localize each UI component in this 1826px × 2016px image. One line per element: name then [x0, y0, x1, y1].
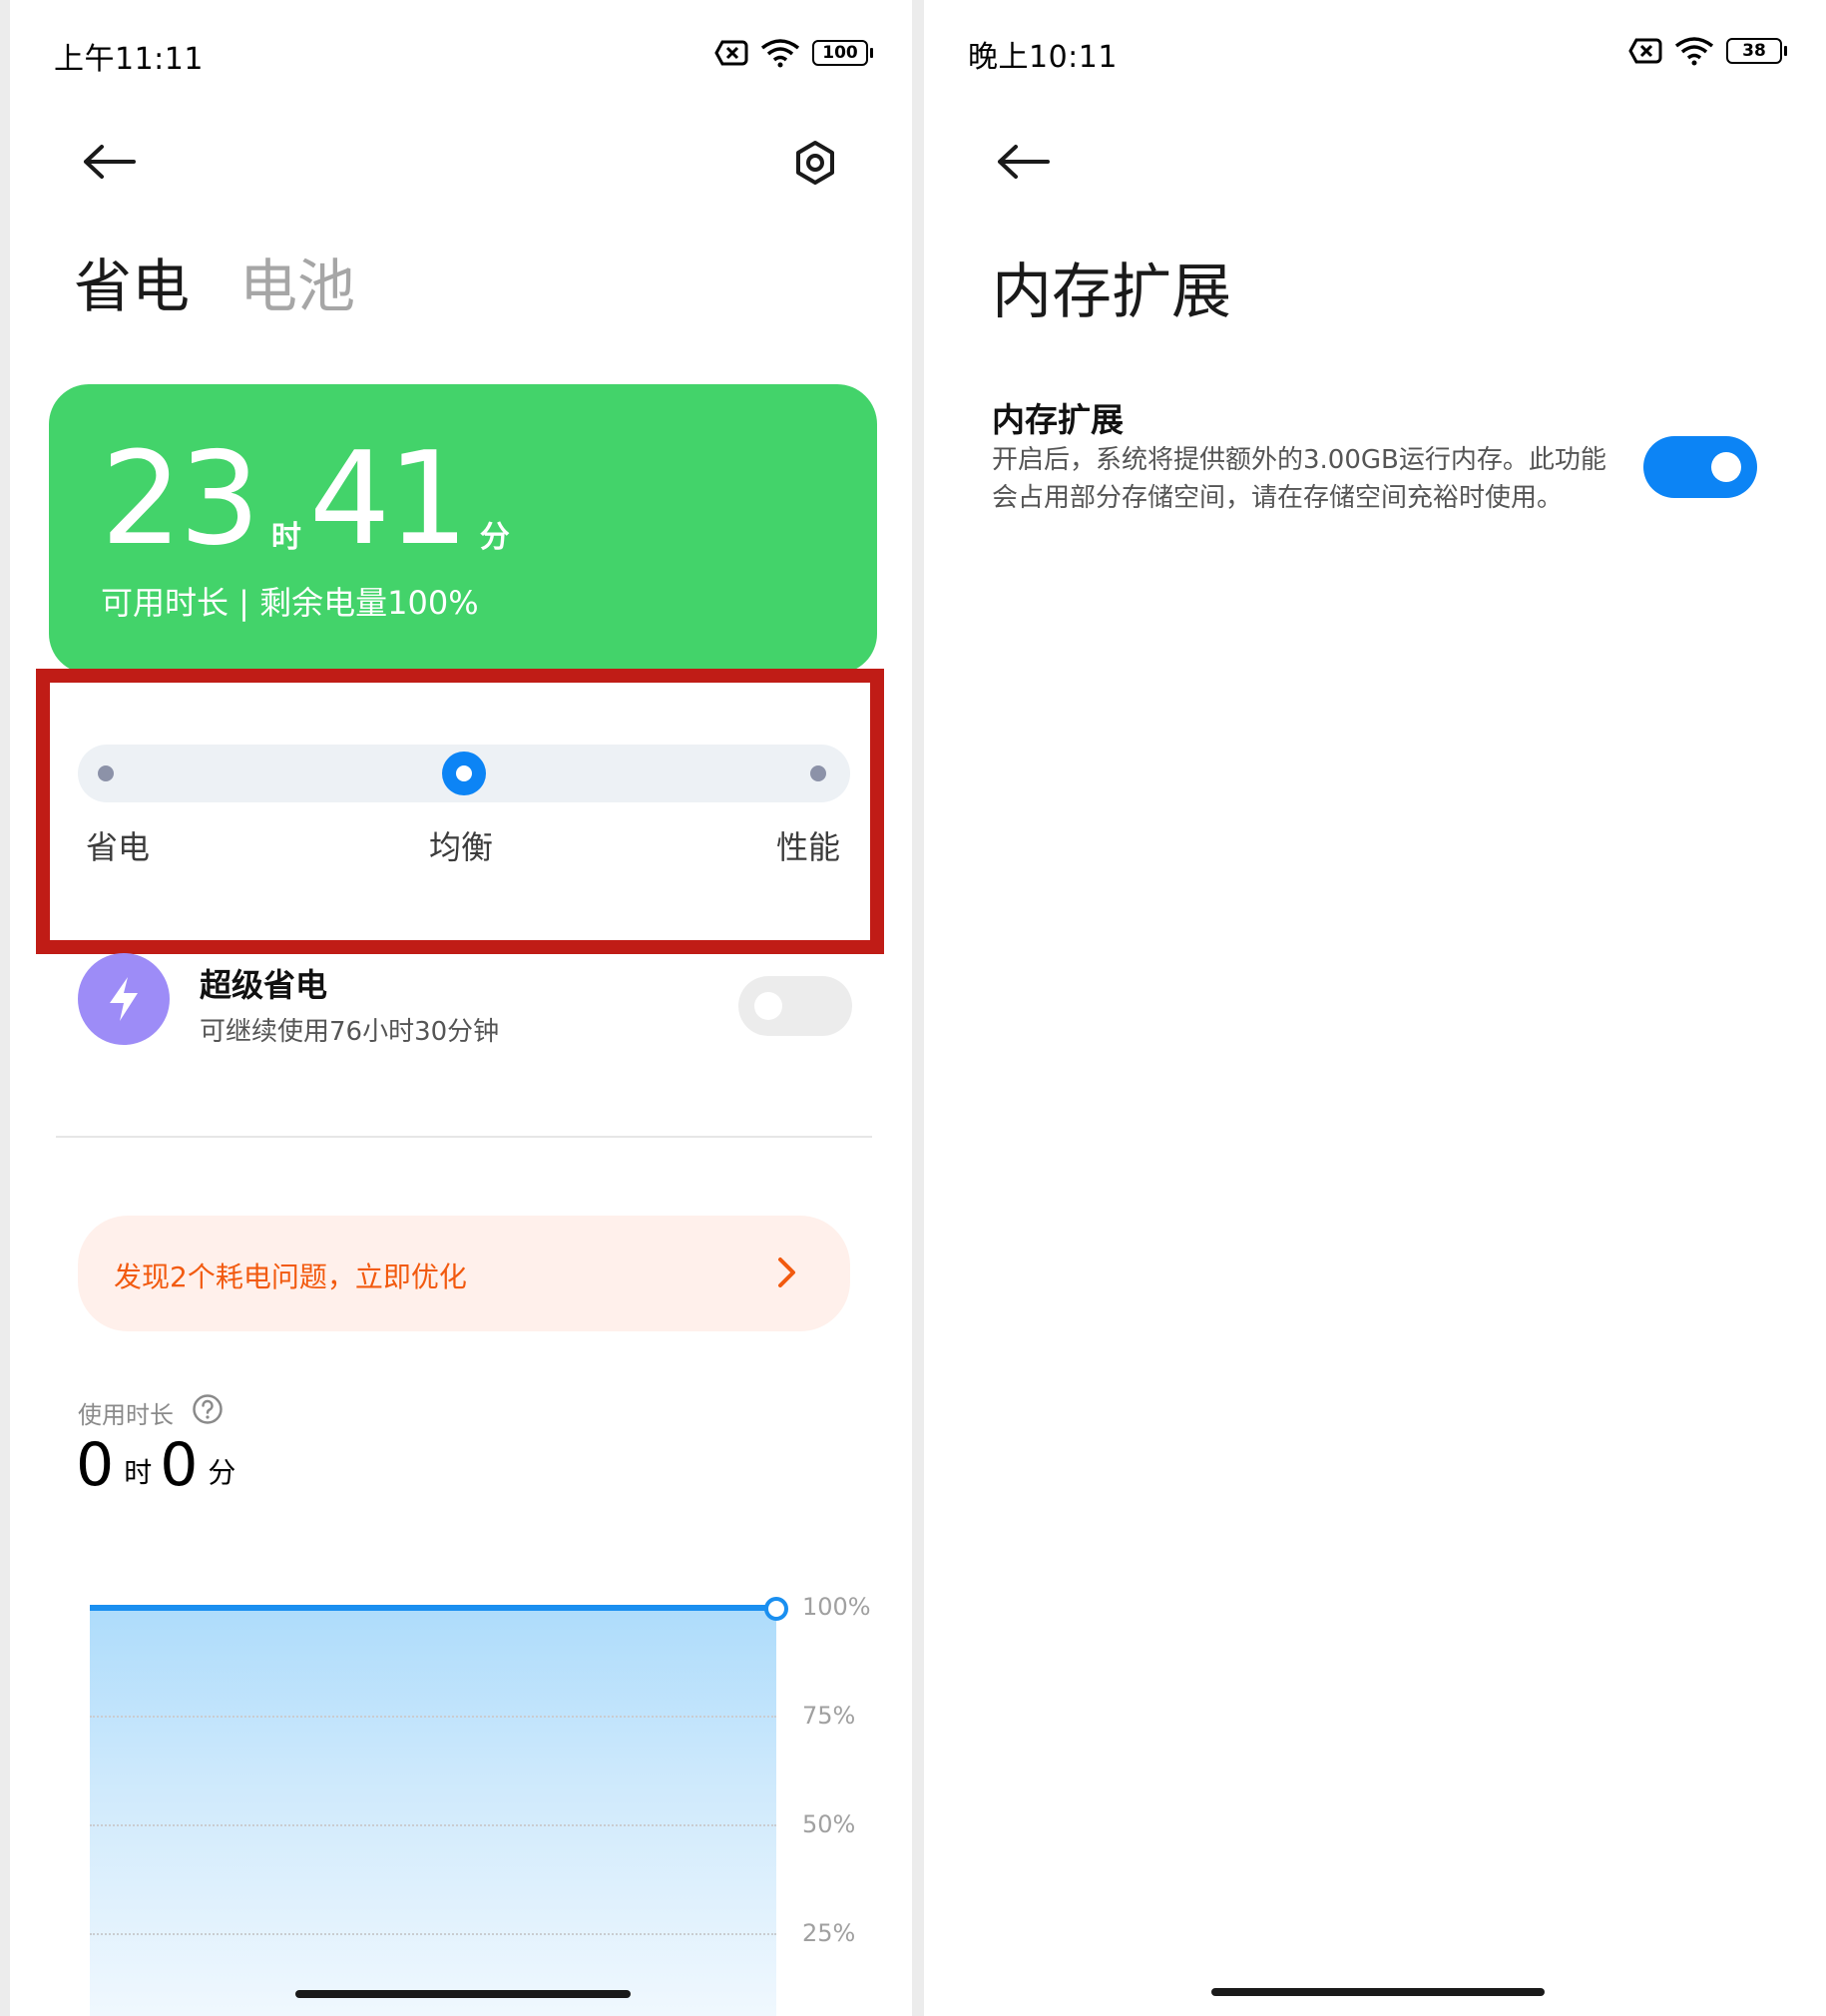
gear-icon[interactable] — [792, 140, 838, 186]
gridline-75 — [90, 1716, 776, 1718]
status-time: 上午11:11 — [54, 42, 204, 77]
y-tick-25: 25% — [802, 1919, 856, 1947]
chart-line — [90, 1605, 776, 1611]
y-tick-75: 75% — [802, 1702, 856, 1730]
super-saver-title: 超级省电 — [200, 966, 328, 1004]
card-subtitle: 可用时长 | 剩余电量100% — [101, 584, 479, 622]
memory-extension-screen: 晚上10:11 38 内存扩展 内存扩展 开启后，系统将提供额外的3.00GB运… — [924, 0, 1826, 2016]
chevron-right-icon — [778, 1258, 795, 1287]
battery-indicator: 100 — [812, 40, 873, 66]
usage-minutes: 0 — [160, 1430, 199, 1500]
status-icons: 100 — [714, 38, 873, 68]
remaining-hours: 23 — [101, 425, 260, 574]
home-indicator[interactable] — [295, 1990, 631, 1998]
optimize-text: 发现2个耗电问题，立即优化 — [114, 1260, 467, 1293]
arrow-left-icon[interactable] — [996, 144, 1050, 180]
minutes-unit: 分 — [479, 520, 510, 555]
hours-unit: 时 — [270, 520, 301, 555]
gridline-25 — [90, 1933, 776, 1935]
lightning-icon — [78, 953, 170, 1045]
usage-time: 0 时 0 分 — [76, 1435, 235, 1495]
battery-screen: 上午11:11 100 省电 电池 23 时 41 分 可用时长 | 剩余电量1… — [10, 0, 912, 2016]
chart-area-fill — [90, 1611, 776, 2016]
home-indicator[interactable] — [1211, 1988, 1545, 1996]
usage-hours: 0 — [76, 1430, 115, 1500]
wifi-icon — [1674, 37, 1714, 66]
tab-battery[interactable]: 电池 — [239, 240, 355, 323]
setting-description: 开启后，系统将提供额外的3.00GB运行内存。此功能会占用部分存储空间，请在存储… — [992, 445, 1606, 513]
status-time: 晚上10:11 — [968, 40, 1118, 75]
arrow-left-icon[interactable] — [82, 144, 136, 180]
highlight-box — [36, 669, 884, 954]
memory-extension-toggle[interactable] — [1643, 436, 1757, 498]
setting-title: 内存扩展 — [992, 400, 1124, 439]
super-saver-toggle[interactable] — [738, 976, 852, 1036]
no-sim-icon — [714, 40, 748, 66]
super-saver-subtitle: 可继续使用76小时30分钟 — [200, 1017, 500, 1047]
y-tick-50: 50% — [802, 1810, 856, 1838]
usage-minutes-unit: 分 — [208, 1456, 236, 1489]
wifi-icon — [760, 39, 800, 68]
status-icons: 38 — [1628, 36, 1787, 66]
tab-power-saving[interactable]: 省电 — [74, 240, 190, 323]
no-sim-icon — [1628, 38, 1662, 64]
remaining-time: 23 时 41 分 — [101, 436, 510, 564]
battery-indicator: 38 — [1726, 38, 1787, 64]
usage-hours-unit: 时 — [124, 1456, 153, 1489]
y-tick-100: 100% — [802, 1593, 871, 1621]
gridline-50 — [90, 1824, 776, 1826]
optimize-banner[interactable]: 发现2个耗电问题，立即优化 — [78, 1216, 850, 1331]
page-title: 内存扩展 — [992, 257, 1231, 327]
chart-end-point — [764, 1597, 788, 1621]
battery-time-card: 23 时 41 分 可用时长 | 剩余电量100% — [49, 384, 877, 674]
divider — [56, 1136, 872, 1138]
remaining-minutes: 41 — [308, 425, 469, 574]
usage-label: 使用时长 — [78, 1401, 174, 1429]
question-circle-icon[interactable] — [192, 1393, 224, 1425]
